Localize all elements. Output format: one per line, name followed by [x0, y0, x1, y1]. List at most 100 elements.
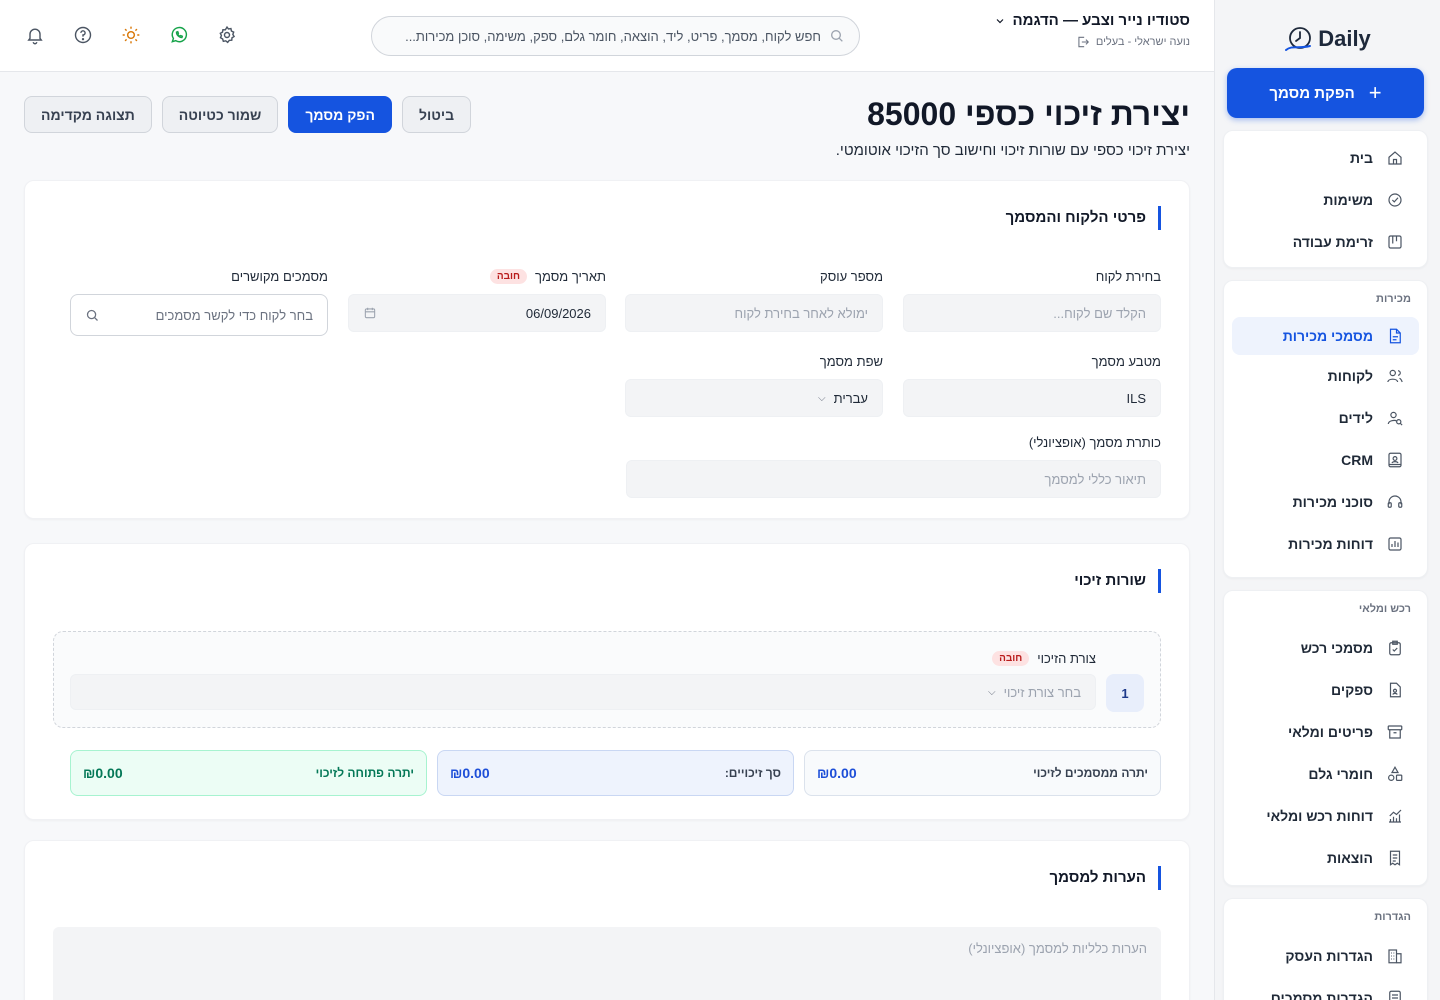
sidebar-item-label: לקוחות [1327, 368, 1373, 384]
customer-placeholder: הקלד שם לקוח... [1053, 305, 1146, 321]
sidebar-item-business-settings[interactable]: הגדרות העסק [1232, 935, 1419, 977]
sidebar-item-home[interactable]: בית [1232, 137, 1419, 179]
doc-date-field: תאריך מסמך חובה 06/09/2026 [348, 266, 606, 332]
headset-icon [1385, 492, 1405, 512]
home-icon [1385, 148, 1405, 168]
sidebar: Daily + הפקת מסמך בית משימות זרימת עבודה… [1214, 0, 1440, 1000]
business-switcher[interactable]: סטודיו נייר וצבע — הדגמה נועה ישראלי - ב… [994, 12, 1190, 49]
sidebar-item-expenses[interactable]: הוצאות [1232, 837, 1419, 879]
sidebar-item-sales-agents[interactable]: סוכני מכירות [1232, 481, 1419, 523]
open-balance-box: יתרה פתוחה לזיכוי ₪0.00 [70, 750, 427, 796]
help-icon[interactable] [72, 24, 94, 46]
chevron-down-icon: ⌵ [818, 392, 826, 404]
notes-textarea[interactable]: הערות כלליות למסמך (אופציונלי) [53, 927, 1161, 1000]
chevron-down-icon: ⌵ [988, 686, 996, 698]
business-id-label: מספר עוסק [820, 268, 883, 284]
logout-icon[interactable] [1076, 35, 1090, 49]
balance-value: ₪0.00 [817, 765, 857, 781]
issue-document-button[interactable]: הפק מסמך [288, 96, 392, 133]
sidebar-item-crm[interactable]: CRM [1232, 439, 1419, 481]
new-document-button[interactable]: + הפקת מסמך [1227, 68, 1424, 118]
related-docs-label: מסמכים מקושרים [231, 268, 328, 284]
search-icon [831, 30, 843, 42]
sidebar-item-label: פריטים ומלאי [1288, 724, 1373, 740]
credit-method-field: צורת הזיכוי חובה בחר צורת זיכוי ⌵ [70, 648, 1096, 710]
calendar-icon[interactable] [363, 306, 377, 320]
bell-icon[interactable] [24, 24, 46, 46]
sidebar-item-purchase-docs[interactable]: מסמכי רכש [1232, 627, 1419, 669]
card-title: שורות זיכוי [1074, 569, 1161, 593]
line-number: 1 [1106, 674, 1144, 712]
clipboard-icon [1385, 638, 1405, 658]
search-input[interactable] [386, 28, 821, 44]
sidebar-item-tasks[interactable]: משימות [1232, 179, 1419, 221]
logo[interactable]: Daily [1215, 0, 1440, 68]
sidebar-item-label: סוכני מכירות [1292, 494, 1373, 510]
doc-title-input[interactable]: תיאור כללי למסמך [626, 460, 1161, 498]
language-select[interactable]: עברית ⌵ [625, 379, 883, 417]
credit-method-select[interactable]: בחר צורת זיכוי ⌵ [70, 674, 1096, 710]
credit-method-placeholder: בחר צורת זיכוי [1003, 684, 1081, 700]
top-icons [24, 24, 238, 46]
doc-date-input[interactable]: 06/09/2026 [348, 294, 606, 332]
preview-button[interactable]: תצוגה מקדימה [24, 96, 152, 133]
sidebar-item-label: משימות [1323, 192, 1373, 208]
cancel-button[interactable]: ביטול [401, 96, 472, 133]
sun-icon[interactable] [120, 24, 142, 46]
credit-method-label: צורת הזיכוי [1037, 650, 1096, 666]
gear-icon[interactable] [216, 24, 238, 46]
sidebar-item-leads[interactable]: לידים [1232, 397, 1419, 439]
archive-icon [1385, 722, 1405, 742]
total-value: ₪0.00 [450, 765, 490, 781]
nav-group-main: בית משימות זרימת עבודה [1223, 130, 1428, 268]
business-id-input[interactable]: ימולא לאחר בחירת לקוח [625, 294, 883, 332]
nav-group-settings: הגדרות הגדרות העסק הגדרות מסמכים [1223, 898, 1428, 1000]
sidebar-item-label: לידים [1338, 410, 1373, 426]
currency-input[interactable]: ILS [903, 379, 1161, 417]
sidebar-item-label: CRM [1341, 452, 1373, 468]
related-docs-field: מסמכים מקושרים בחר לקוח כדי לקשר מסמכים [70, 266, 328, 336]
language-field: שפת מסמך עברית ⌵ [625, 351, 883, 417]
notes-placeholder: הערות כלליות למסמך (אופציונלי) [968, 941, 1147, 956]
sidebar-item-purchase-reports[interactable]: דוחות רכש ומלאי [1232, 795, 1419, 837]
balance-from-docs-box: יתרה ממסמכים לזיכוי ₪0.00 [804, 750, 1161, 796]
currency-label: מטבע מסמך [1091, 353, 1161, 369]
notes-card: הערות למסמך הערות כלליות למסמך (אופציונל… [24, 840, 1190, 1000]
search-icon [86, 309, 98, 321]
sidebar-item-customers[interactable]: לקוחות [1232, 355, 1419, 397]
customer-document-card: פרטי הלקוח והמסמך בחירת לקוח הקלד שם לקו… [24, 180, 1190, 519]
doc-title-placeholder: תיאור כללי למסמך [1044, 471, 1147, 487]
sidebar-item-sales-docs[interactable]: מסמכי מכירות [1232, 317, 1419, 355]
open-balance-value: ₪0.00 [83, 765, 123, 781]
sidebar-item-label: הגדרות העסק [1285, 948, 1373, 964]
whatsapp-icon[interactable] [168, 24, 190, 46]
sidebar-item-label: חומרי גלם [1308, 766, 1373, 782]
clock-logo-icon [1285, 27, 1312, 51]
customer-input[interactable]: הקלד שם לקוח... [903, 294, 1161, 332]
card-title: פרטי הלקוח והמסמך [1006, 206, 1161, 230]
sidebar-item-inventory[interactable]: פריטים ומלאי [1232, 711, 1419, 753]
sidebar-item-workflow[interactable]: זרימת עבודה [1232, 221, 1419, 263]
sidebar-item-raw-materials[interactable]: חומרי גלם [1232, 753, 1419, 795]
language-value: עברית [833, 390, 868, 406]
new-document-label: הפקת מסמך [1269, 84, 1355, 102]
customer-field: בחירת לקוח הקלד שם לקוח... [903, 266, 1161, 332]
sidebar-item-suppliers[interactable]: ספקים [1232, 669, 1419, 711]
sidebar-item-label: מסמכי מכירות [1282, 328, 1373, 344]
building-icon [1385, 946, 1405, 966]
doc-settings-icon [1385, 988, 1405, 1000]
page-actions: תצוגה מקדימה שמור כטיוטה הפק מסמך ביטול [24, 96, 472, 133]
global-search[interactable] [371, 16, 860, 56]
sidebar-item-label: בית [1350, 150, 1373, 166]
business-name: סטודיו נייר וצבע — הדגמה [1012, 12, 1190, 29]
bar-chart-icon [1385, 534, 1405, 554]
line-chart-icon [1385, 806, 1405, 826]
customer-label: בחירת לקוח [1095, 268, 1161, 284]
total-label: סך זיכויים: [724, 766, 781, 780]
sidebar-item-sales-reports[interactable]: דוחות מכירות [1232, 523, 1419, 565]
save-draft-button[interactable]: שמור כטיוטה [161, 96, 279, 133]
related-docs-input[interactable]: בחר לקוח כדי לקשר מסמכים [70, 294, 328, 336]
lead-search-icon [1385, 408, 1405, 428]
business-id-field: מספר עוסק ימולא לאחר בחירת לקוח [625, 266, 883, 332]
sidebar-item-document-settings[interactable]: הגדרות מסמכים [1232, 977, 1419, 1000]
